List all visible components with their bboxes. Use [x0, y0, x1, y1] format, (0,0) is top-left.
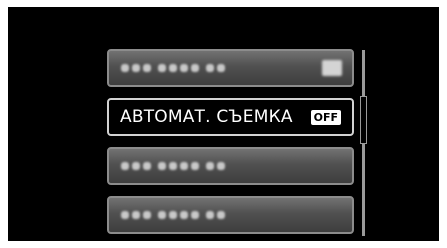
menu-item-blurred-value: [322, 60, 342, 76]
menu-item-blurred-label: [121, 162, 225, 172]
menu-item-blurred-label: [121, 64, 225, 74]
camera-menu-screen: АВТОМАТ. СЪЕМКА OFF: [8, 7, 439, 241]
scrollbar-thumb[interactable]: [360, 96, 367, 144]
menu-item-auto-shooting[interactable]: АВТОМАТ. СЪЕМКА OFF: [107, 98, 354, 136]
menu-item-1[interactable]: [107, 49, 354, 87]
menu-item-3[interactable]: [107, 147, 354, 185]
menu-item-4[interactable]: [107, 196, 354, 234]
off-badge: OFF: [310, 110, 341, 125]
menu-item-label: АВТОМАТ. СЪЕМКА: [120, 107, 293, 127]
menu-item-blurred-label: [121, 211, 225, 221]
